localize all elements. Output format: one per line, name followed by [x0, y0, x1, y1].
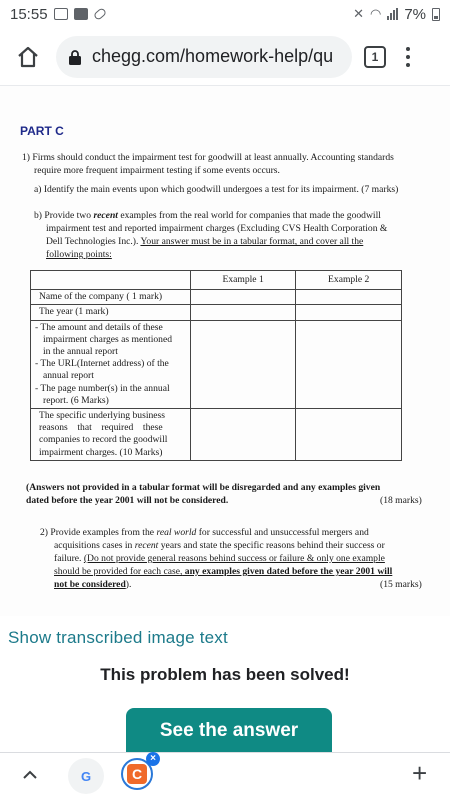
table-row: Name of the company ( 1 mark)	[30, 289, 402, 306]
part-heading: PART C	[20, 124, 64, 138]
table-header-empty	[30, 269, 191, 291]
link-notification-icon	[92, 7, 107, 21]
battery-percent: 7%	[404, 5, 426, 23]
note-line-1: (Answers not provided in a tabular forma…	[26, 482, 381, 493]
browser-toolbar: chegg.com/homework-help/qu 1	[0, 28, 450, 86]
solved-heading: This problem has been solved!	[100, 665, 350, 684]
mute-icon: ✕	[353, 6, 364, 21]
q1-line-1: 1) Firms should conduct the impairment t…	[22, 152, 394, 163]
table-cell	[295, 304, 402, 321]
show-transcribed-link[interactable]: Show transcribed image text	[8, 628, 228, 648]
table-row-label: Name of the company ( 1 mark)	[30, 289, 191, 306]
status-time: 15:55	[10, 5, 48, 23]
q2-line-3: failure. (Do not provide general reasons…	[54, 553, 385, 564]
gallery-notification-icon	[53, 8, 68, 20]
q2-line-5: not be considered).	[54, 579, 132, 590]
q1b-line-4: following points:	[46, 249, 112, 260]
table-cell	[189, 408, 297, 461]
status-left: 15:55	[10, 5, 107, 23]
table-row: - The amount and details of these impair…	[30, 319, 402, 410]
table-row-label: The year (1 mark)	[30, 304, 191, 321]
q1-line-2: require more frequent impairment testing…	[34, 165, 280, 176]
wifi-icon: ◠	[369, 6, 382, 21]
q2-line-2: acquisitions cases in recent years and s…	[54, 540, 385, 551]
overflow-menu-icon[interactable]	[404, 46, 412, 67]
table-cell	[189, 304, 297, 321]
url-text: chegg.com/homework-help/qu	[92, 46, 334, 66]
note-line-2: dated before the year 2001 will not be c…	[26, 495, 229, 506]
google-tab-button[interactable]: G	[68, 758, 104, 794]
q1b-line-2: impairment test and reported impairment …	[46, 223, 388, 234]
new-tab-button[interactable]: +	[412, 760, 427, 786]
lock-icon	[69, 49, 81, 65]
table-header-example-1: Example 1	[189, 269, 297, 291]
table-row-label: - The amount and details of these impair…	[30, 319, 191, 410]
battery-icon	[432, 7, 440, 21]
table-cell	[189, 289, 297, 306]
status-bar: 15:55 ✕ ◠ 7%	[0, 0, 450, 28]
q2-marks: (15 marks)	[380, 579, 422, 590]
q1b-line-1: b) Provide two recent examples from the …	[34, 210, 381, 221]
chegg-icon: C	[127, 764, 147, 784]
q2-line-1: 2) Provide examples from the real world …	[40, 527, 369, 538]
chat-notification-icon	[73, 8, 88, 20]
close-tab-icon[interactable]: ×	[146, 752, 160, 766]
home-button[interactable]	[10, 39, 46, 75]
chevron-up-icon[interactable]	[22, 767, 38, 783]
status-right: ✕ ◠ 7%	[353, 6, 440, 23]
table-row-label: The specific underlying business reasons…	[30, 408, 191, 461]
tab-switcher-button[interactable]: 1	[364, 45, 386, 68]
signal-icon	[387, 8, 399, 20]
table-cell	[295, 408, 402, 461]
note-marks: (18 marks)	[380, 495, 422, 506]
answer-format-table: Example 1 Example 2 Name of the company …	[30, 269, 402, 461]
q2-line-4: should be provided for each case, any ex…	[54, 566, 393, 577]
table-row: The year (1 mark)	[30, 304, 402, 321]
see-answer-button[interactable]: See the answer	[126, 708, 332, 754]
table-header-row: Example 1 Example 2	[30, 269, 402, 291]
address-bar[interactable]: chegg.com/homework-help/qu	[56, 35, 352, 78]
home-icon	[18, 46, 38, 67]
table-cell	[295, 319, 402, 410]
table-header-example-2: Example 2	[295, 269, 402, 291]
q1a-text: a) Identify the main events upon which g…	[34, 184, 399, 195]
table-cell	[295, 289, 402, 306]
q1b-line-3: Dell Technologies Inc.). Your answer mus…	[46, 236, 364, 247]
table-row: The specific underlying business reasons…	[30, 408, 402, 461]
table-cell	[189, 319, 297, 410]
question-image: PART C 1) Firms should conduct the impai…	[0, 86, 450, 616]
